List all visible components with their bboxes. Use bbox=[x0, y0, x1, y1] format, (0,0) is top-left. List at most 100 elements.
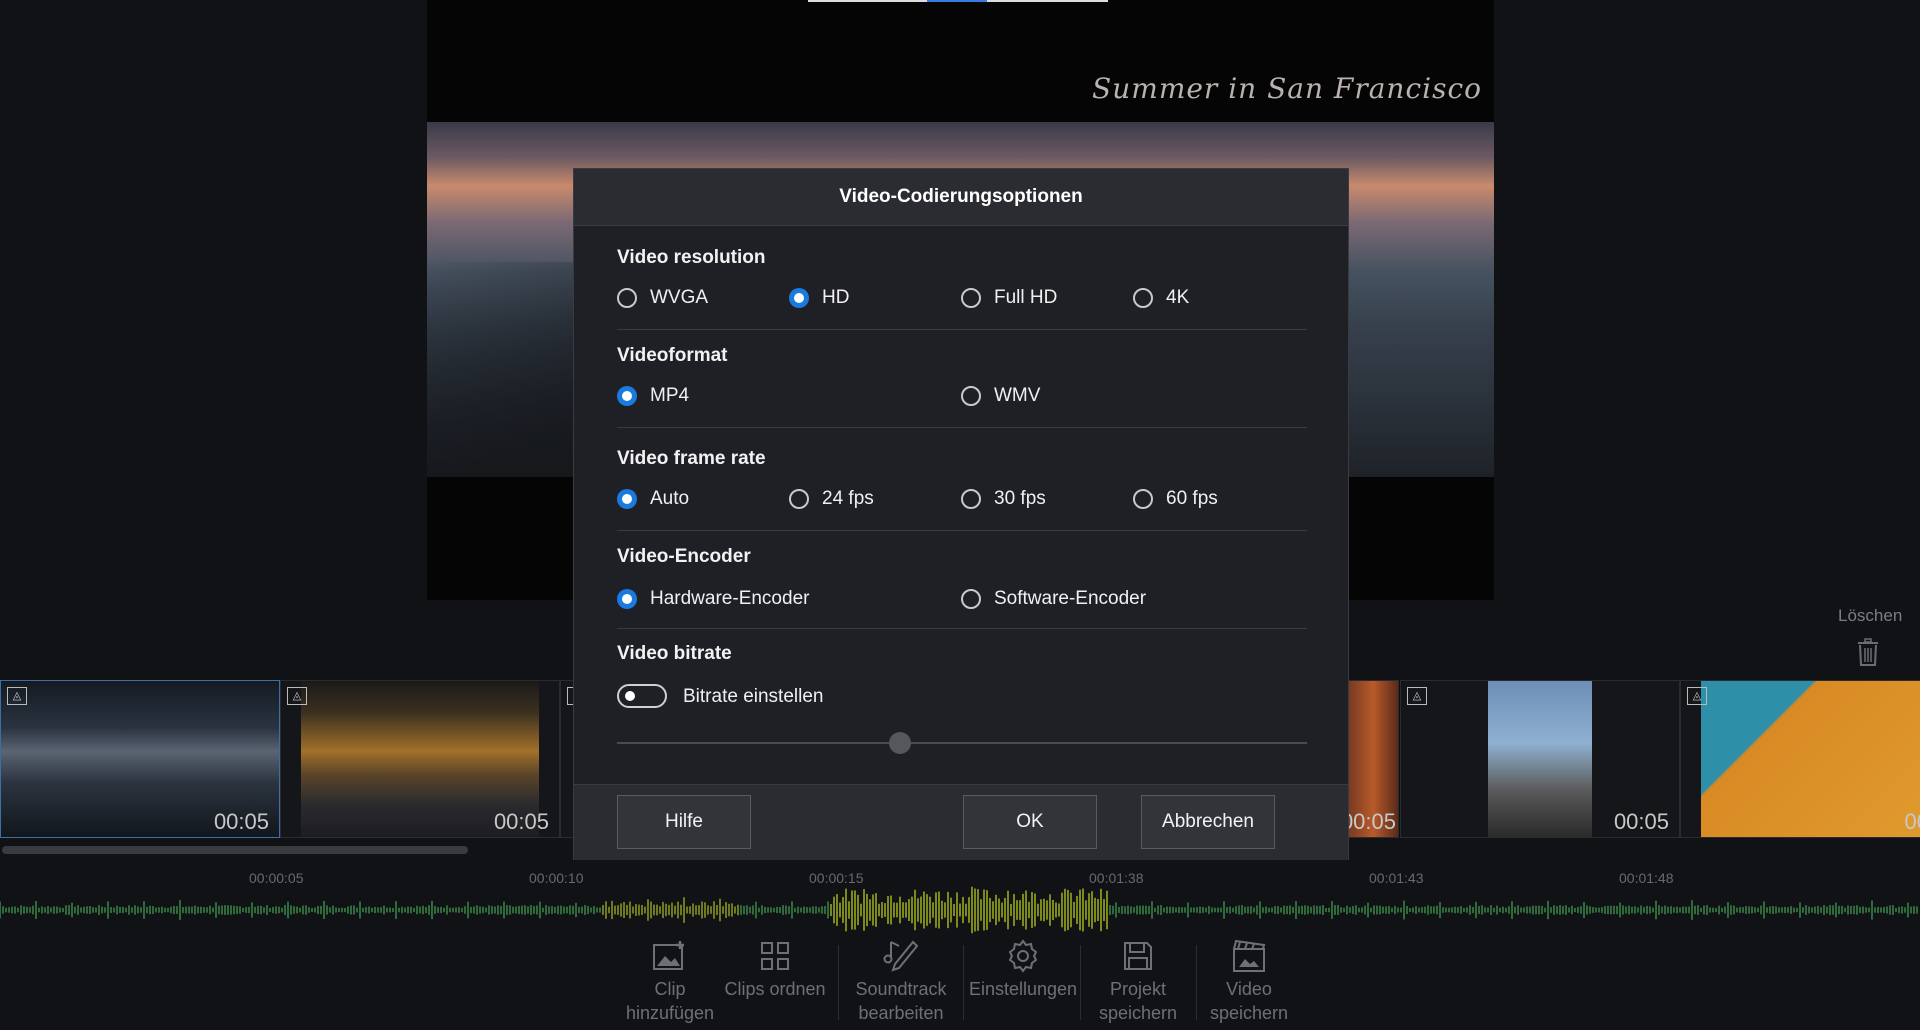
cancel-button[interactable]: Abbrechen bbox=[1141, 795, 1275, 849]
radio-resolution-fullhd[interactable]: Full HD bbox=[961, 287, 1057, 309]
radio-label: 30 fps bbox=[994, 488, 1046, 509]
save-project-button[interactable]: Projekt speichern bbox=[1083, 935, 1193, 1025]
section-divider bbox=[617, 530, 1307, 531]
radio-encoder-software[interactable]: Software-Encoder bbox=[961, 588, 1146, 610]
timeline-tick: 00:01:48 bbox=[1619, 870, 1674, 886]
audio-waveform[interactable] bbox=[0, 885, 1920, 935]
settings-button[interactable]: Einstellungen bbox=[968, 935, 1078, 1001]
image-icon: ◬ bbox=[287, 687, 307, 705]
radio-indicator bbox=[617, 386, 637, 406]
clip-item[interactable]: ◬ 00:05 bbox=[280, 680, 560, 838]
radio-label: Auto bbox=[650, 488, 690, 509]
radio-label: WVGA bbox=[650, 287, 709, 308]
radio-label: 24 fps bbox=[822, 488, 874, 509]
preview-overlay-title: Summer in San Francisco bbox=[1092, 72, 1482, 105]
encoding-options-dialog: Video-Codierungsoptionen Video resolutio… bbox=[573, 168, 1349, 860]
clip-item[interactable]: ◬ 00:05 bbox=[1400, 680, 1680, 838]
section-divider bbox=[617, 427, 1307, 428]
radio-label: Software-Encoder bbox=[994, 588, 1147, 609]
radio-format-mp4[interactable]: MP4 bbox=[617, 385, 689, 407]
radio-indicator bbox=[789, 489, 809, 509]
radio-label: MP4 bbox=[650, 385, 690, 406]
delete-label[interactable]: Löschen bbox=[1838, 606, 1902, 626]
radio-label: Full HD bbox=[994, 287, 1058, 308]
clip-strip-scrollbar[interactable] bbox=[2, 846, 468, 854]
timeline-tick: 00:00:15 bbox=[809, 870, 864, 886]
clip-item[interactable]: 00:05 bbox=[1349, 680, 1399, 838]
help-button[interactable]: Hilfe bbox=[617, 795, 751, 849]
radio-label: WMV bbox=[994, 385, 1041, 406]
radio-framerate-60[interactable]: 60 fps bbox=[1133, 488, 1218, 510]
radio-indicator bbox=[961, 489, 981, 509]
clip-item[interactable]: ◬ 00 bbox=[1680, 680, 1920, 838]
image-icon: ◬ bbox=[1687, 687, 1707, 705]
clip-duration: 00 bbox=[1904, 809, 1920, 834]
film-clapper-icon bbox=[1194, 935, 1304, 977]
bitrate-toggle[interactable] bbox=[617, 684, 667, 708]
radio-framerate-24[interactable]: 24 fps bbox=[789, 488, 874, 510]
radio-indicator bbox=[1133, 288, 1153, 308]
section-title-framerate: Video frame rate bbox=[617, 448, 766, 469]
floppy-disk-icon bbox=[1083, 935, 1193, 977]
save-video-button[interactable]: Video speichern bbox=[1194, 935, 1304, 1025]
clip-item[interactable]: ◬ 00:05 bbox=[0, 680, 280, 838]
toggle-knob bbox=[625, 691, 635, 701]
bitrate-toggle-label: Bitrate einstellen bbox=[683, 686, 824, 707]
radio-indicator bbox=[961, 589, 981, 609]
bitrate-slider-track[interactable] bbox=[617, 742, 1307, 744]
dialog-title: Video-Codierungsoptionen bbox=[574, 169, 1348, 226]
clip-duration: 00:05 bbox=[493, 809, 549, 834]
add-image-icon bbox=[615, 935, 725, 977]
grid-icon bbox=[720, 935, 830, 977]
toolbar-separator bbox=[963, 945, 964, 1020]
radio-resolution-hd[interactable]: HD bbox=[789, 287, 849, 309]
radio-indicator bbox=[617, 288, 637, 308]
radio-format-wmv[interactable]: WMV bbox=[961, 385, 1040, 407]
section-title-bitrate: Video bitrate bbox=[617, 643, 732, 664]
timeline-tick: 00:01:38 bbox=[1089, 870, 1144, 886]
toolbar-separator bbox=[838, 945, 839, 1020]
ok-button[interactable]: OK bbox=[963, 795, 1097, 849]
preview-progress-marker bbox=[927, 0, 987, 2]
clip-duration: 00:05 bbox=[1349, 809, 1396, 834]
trash-icon[interactable] bbox=[1856, 638, 1880, 671]
section-title-resolution: Video resolution bbox=[617, 247, 766, 268]
timeline-tick: 00:00:05 bbox=[249, 870, 304, 886]
timeline-tick: 00:00:10 bbox=[529, 870, 584, 886]
toolbar-separator bbox=[1080, 945, 1081, 1020]
edit-soundtrack-label: Soundtrack bearbeiten bbox=[855, 979, 947, 1023]
radio-indicator bbox=[617, 589, 637, 609]
section-title-encoder: Video-Encoder bbox=[617, 546, 751, 567]
music-edit-icon bbox=[846, 935, 956, 977]
arrange-clips-button[interactable]: Clips ordnen bbox=[720, 935, 830, 1001]
save-project-label: Projekt speichern bbox=[1098, 979, 1178, 1023]
preview-progress-bar bbox=[808, 0, 1108, 2]
radio-label: Hardware-Encoder bbox=[650, 588, 810, 609]
save-video-label: Video speichern bbox=[1209, 979, 1289, 1023]
radio-framerate-auto[interactable]: Auto bbox=[617, 488, 689, 510]
bitrate-slider-thumb[interactable] bbox=[888, 732, 911, 754]
arrange-clips-label: Clips ordnen bbox=[724, 979, 826, 999]
edit-soundtrack-button[interactable]: Soundtrack bearbeiten bbox=[846, 935, 956, 1025]
radio-resolution-wvga[interactable]: WVGA bbox=[617, 287, 708, 309]
radio-encoder-hardware[interactable]: Hardware-Encoder bbox=[617, 588, 809, 610]
radio-indicator bbox=[961, 386, 981, 406]
clip-duration: 00:05 bbox=[1613, 809, 1669, 834]
clip-duration: 00:05 bbox=[213, 809, 269, 834]
add-clip-button[interactable]: Clip hinzufügen bbox=[615, 935, 725, 1025]
radio-label: 60 fps bbox=[1166, 488, 1218, 509]
section-title-format: Videoformat bbox=[617, 345, 728, 366]
radio-indicator bbox=[617, 489, 637, 509]
image-icon: ◬ bbox=[1407, 687, 1427, 705]
settings-label: Einstellungen bbox=[968, 979, 1078, 999]
radio-label: 4K bbox=[1166, 287, 1190, 308]
radio-indicator bbox=[961, 288, 981, 308]
radio-label: HD bbox=[822, 287, 850, 308]
radio-framerate-30[interactable]: 30 fps bbox=[961, 488, 1046, 510]
image-icon: ◬ bbox=[7, 687, 27, 705]
radio-resolution-4k[interactable]: 4K bbox=[1133, 287, 1189, 309]
section-divider bbox=[617, 628, 1307, 629]
radio-indicator bbox=[789, 288, 809, 308]
section-divider bbox=[617, 329, 1307, 330]
radio-indicator bbox=[1133, 489, 1153, 509]
